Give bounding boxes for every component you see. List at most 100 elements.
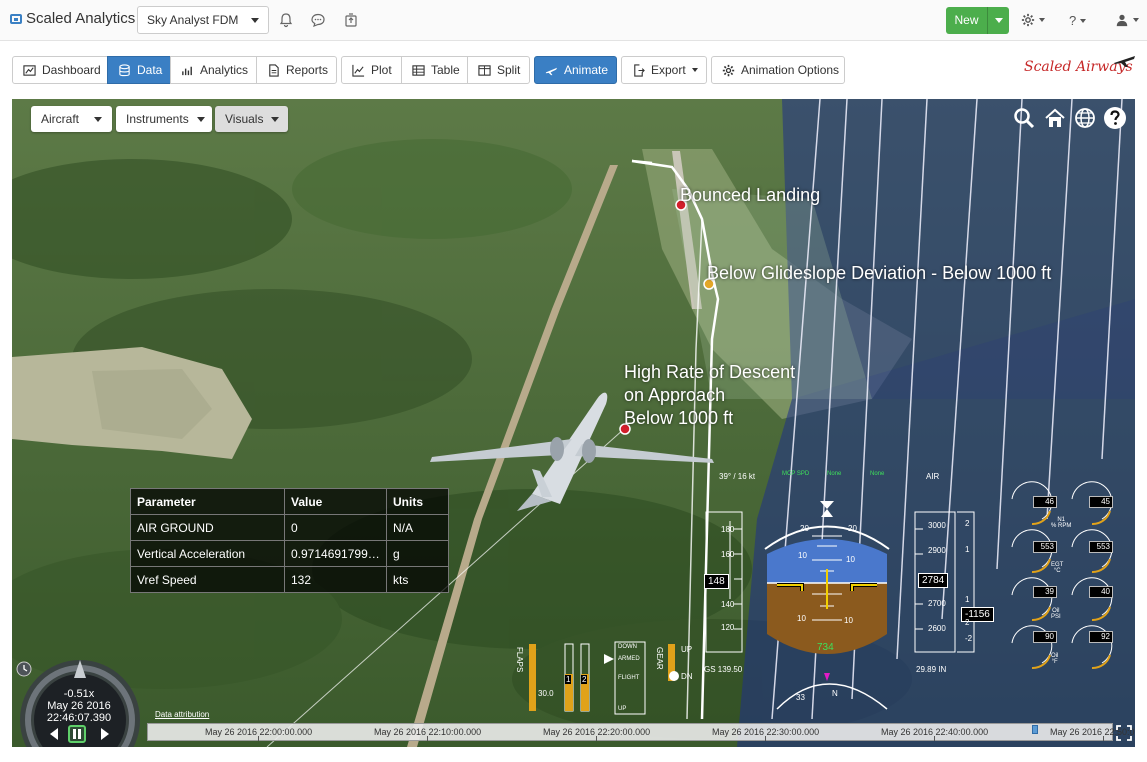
speed-tick: 180	[721, 525, 735, 534]
help-label: ?	[1069, 13, 1077, 28]
settings-menu[interactable]	[1021, 13, 1045, 27]
fullscreen-icon[interactable]	[1116, 725, 1132, 741]
event-label-high-rate-descent[interactable]: High Rate of Descent on Approach Below 1…	[624, 361, 795, 430]
pitch-tick: 20	[848, 524, 857, 533]
reports-label: Reports	[286, 63, 329, 77]
split-button[interactable]: Split	[467, 56, 530, 84]
airline-plane-icon	[1114, 56, 1135, 67]
report-icon	[269, 63, 279, 77]
user-menu[interactable]	[1115, 13, 1139, 27]
spoiler-label-down: DOWN	[618, 644, 637, 650]
flap-box: 1	[565, 675, 572, 684]
instruments-menu[interactable]: Instruments	[116, 106, 212, 132]
bar-chart-icon	[182, 66, 192, 75]
help-menu[interactable]: ?	[1069, 13, 1087, 28]
pause-icon[interactable]	[68, 725, 86, 743]
spoiler-label-flight: FLIGHT	[618, 675, 640, 681]
altitude-tick: 2700	[928, 599, 946, 608]
airspeed-readout: 148	[704, 574, 729, 589]
timeline-tick	[427, 736, 428, 741]
air-ground-status: AIR	[926, 472, 940, 481]
bell-icon[interactable]	[278, 12, 294, 28]
aircraft-menu-label: Aircraft	[41, 112, 80, 126]
data-label: Data	[137, 63, 163, 77]
user-icon	[1116, 14, 1128, 27]
pitch-tick: 20	[800, 524, 809, 533]
step-forward-icon[interactable]	[96, 725, 114, 743]
upload-icon[interactable]	[343, 12, 359, 28]
new-button[interactable]: New	[946, 7, 1009, 34]
animation-options-button[interactable]: Animation Options	[711, 56, 845, 84]
step-back-icon[interactable]	[45, 725, 63, 743]
playback-readout: -0.51x May 26 2016 22:46:07.390	[39, 688, 119, 724]
altitude-tick: 3000	[928, 521, 946, 530]
gear-icon	[1021, 13, 1035, 27]
table-cell: kts	[386, 566, 449, 593]
vs-tick: 1	[965, 595, 970, 604]
event-label-bounced-landing[interactable]: Bounced Landing	[680, 184, 820, 207]
plot-button[interactable]: Plot	[341, 56, 402, 84]
event-label-glideslope-deviation[interactable]: Below Glideslope Deviation - Below 1000 …	[707, 262, 1051, 285]
compass-tick: 33	[796, 693, 805, 702]
main-toolbar: Dashboard Data Analytics Reports Plot Ta…	[0, 41, 1147, 99]
speed-tick: 140	[721, 600, 735, 609]
baro-setting: 29.89 IN	[916, 665, 947, 674]
aircraft-menu[interactable]: Aircraft	[31, 106, 112, 132]
plane-icon	[545, 67, 558, 75]
dashboard-button[interactable]: Dashboard	[12, 56, 108, 84]
home-icon[interactable]	[1043, 106, 1067, 130]
pitch-tick: 10	[846, 555, 855, 564]
visuals-menu-label: Visuals	[225, 112, 264, 126]
table-cell: 0	[284, 514, 387, 541]
table-cell: g	[386, 540, 449, 567]
chevron-down-icon	[1080, 18, 1087, 23]
analytics-button[interactable]: Analytics	[170, 56, 257, 84]
reports-button[interactable]: Reports	[256, 56, 337, 84]
globe-icon[interactable]	[1073, 106, 1097, 130]
table-row: Vertical Acceleration 0.9714691799… g	[130, 540, 449, 567]
mode-none-2: None	[870, 471, 885, 477]
flap-box: 2	[581, 675, 588, 684]
animate-button[interactable]: Animate	[534, 56, 617, 84]
data-attribution-link[interactable]: Data attribution	[155, 710, 209, 719]
vs-tick: 1	[965, 545, 970, 554]
instruments-menu-label: Instruments	[126, 112, 189, 126]
timeline-tick	[934, 736, 935, 741]
clock-icon[interactable]	[16, 661, 32, 677]
chevron-down-icon	[691, 68, 698, 72]
new-button-label: New	[946, 7, 988, 34]
caret-down-icon	[94, 116, 102, 122]
spoiler-label-up: UP	[618, 706, 627, 712]
app-selector[interactable]: Sky Analyst FDM	[137, 6, 269, 34]
export-button[interactable]: Export	[621, 56, 707, 84]
split-icon	[478, 64, 491, 76]
search-icon[interactable]	[1012, 106, 1036, 130]
oil-temp-right: 92	[1089, 631, 1113, 643]
speed-tick: 120	[721, 623, 735, 632]
animation-options-label: Animation Options	[741, 63, 840, 77]
top-navbar: Scaled Analytics Sky Analyst FDM New ?	[0, 0, 1147, 41]
split-label: Split	[497, 63, 521, 77]
help-icon[interactable]	[1103, 106, 1127, 130]
caret-down-icon	[196, 116, 205, 122]
gear-label: GEAR	[655, 647, 664, 670]
brand[interactable]: Scaled Analytics	[10, 10, 135, 27]
table-row: AIR GROUND 0 N/A	[130, 514, 449, 541]
timeline-bar[interactable]: May 26 2016 22:00:00.000 May 26 2016 22:…	[147, 723, 1135, 741]
data-button[interactable]: Data	[107, 56, 171, 84]
timeline-tick	[596, 736, 597, 741]
visuals-menu[interactable]: Visuals	[215, 106, 288, 132]
pitch-tick: 10	[798, 551, 807, 560]
timeline-scrubber[interactable]	[1032, 725, 1038, 734]
table-button[interactable]: Table	[401, 56, 468, 84]
chat-icon[interactable]	[310, 12, 326, 28]
flaps-label: FLAPS	[515, 647, 524, 673]
gear-icon	[722, 64, 735, 76]
new-dropdown-toggle[interactable]	[988, 7, 1009, 34]
pitch-tick: 10	[844, 616, 853, 625]
table-cell: 132	[284, 566, 387, 593]
oil-psi-left: 39	[1033, 586, 1057, 598]
export-icon	[634, 63, 645, 77]
flight-animation-viewport[interactable]: Aircraft Instruments Visuals Bounced Lan…	[12, 99, 1135, 747]
playback-date: May 26 2016	[47, 700, 111, 712]
